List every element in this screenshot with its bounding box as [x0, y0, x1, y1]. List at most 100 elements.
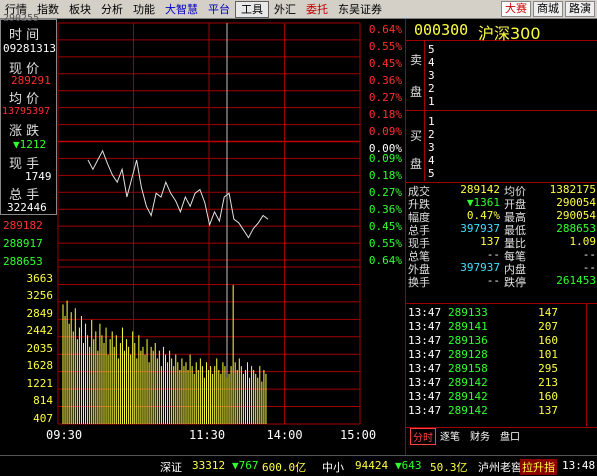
buy-pan-label: 盘	[410, 157, 423, 171]
time-axis-label: 15:00	[340, 428, 377, 442]
chart-area[interactable]: 0.64% 0.55% 0.45% 0.36% 0.27% 0.18% 0.09% 0.00%…	[0, 19, 405, 442]
quote-value-right: 1.09	[569, 235, 597, 248]
tick-volume: 207	[538, 320, 558, 333]
menu-item-6[interactable]: 平台	[203, 0, 235, 19]
status-bar: 深证 33312 ▼767 600.0亿 中小 94424 ▼643 50.3亿…	[0, 455, 597, 476]
buy-level[interactable]: 2	[428, 128, 435, 141]
sell-level[interactable]: 1	[428, 95, 435, 108]
pct-up-label: 0.55%	[368, 39, 402, 53]
status-index-name: 深证	[160, 461, 182, 474]
quote-value-right: 1382175	[549, 183, 596, 196]
sell-level[interactable]: 3	[428, 69, 435, 82]
menu-item-8[interactable]: 外汇	[269, 0, 301, 19]
quote-label-right: 跌停	[504, 276, 526, 289]
tick-price: 289141	[448, 320, 488, 333]
tick-price: 289128	[448, 348, 488, 361]
quote-panel: 000300 沪深300 卖盘买盘5432112345 成交 289142 均价 13…	[405, 19, 597, 455]
status-mid-amount: 50.3亿	[430, 461, 468, 474]
pct-down-label: 0.64%	[368, 254, 402, 267]
tick-time: 13:47	[408, 376, 442, 389]
menu-right-button-1[interactable]: 商城	[533, 1, 563, 17]
price-axis-label: 288917	[3, 237, 43, 250]
tick-scrollbar[interactable]	[586, 304, 596, 426]
quote-value-right: 288653	[556, 222, 596, 235]
tab-strip: 分时 逐笔 财务 盘口	[406, 427, 597, 445]
price-axis-label: 288653	[3, 255, 43, 268]
volume-axis-label: 814	[33, 394, 53, 408]
chart-svg	[57, 22, 361, 425]
menu-right-buttons: 大赛 商城 路演	[501, 1, 595, 17]
tab-2[interactable]: 财务	[470, 428, 490, 443]
pct-down-label: 0.27%	[368, 186, 402, 200]
tab-0[interactable]: 分时	[410, 428, 436, 445]
tick-time: 13:47	[408, 404, 442, 417]
buy-level[interactable]: 4	[428, 154, 435, 167]
tick-time: 13:47	[408, 334, 442, 347]
status-pull-link[interactable]: 拉升指	[520, 459, 557, 475]
pct-up-label: 0.18%	[368, 107, 402, 121]
time-axis-label: 11:30	[189, 428, 226, 442]
status-index-value: 33312	[192, 459, 226, 472]
tick-price: 289158	[448, 362, 488, 375]
tick-time: 13:47	[408, 390, 442, 403]
volume-axis-label: 3663	[26, 272, 54, 285]
status-mid-change: ▼643	[395, 459, 422, 472]
pct-up-label: 0.64%	[368, 23, 402, 36]
sell-level[interactable]: 4	[428, 56, 435, 69]
buy-label: 买	[410, 129, 423, 143]
pct-down-label: 0.36%	[368, 203, 402, 217]
tick-time: 13:47	[408, 320, 442, 333]
tick-price: 289133	[448, 306, 488, 319]
tick-time: 13:47	[408, 306, 442, 319]
status-clock: 13:48	[562, 459, 596, 472]
time-axis-label: 09:30	[46, 428, 83, 442]
volume-axis-label: 2035	[26, 341, 54, 355]
buy-level[interactable]: 5	[428, 167, 435, 180]
quote-stats: 成交 289142 均价 1382175 升跌 ▼1361 开盘 290054 幅度 0.47% 最…	[406, 182, 597, 322]
buy-level[interactable]: 1	[428, 115, 435, 128]
quote-value-left: 397937	[460, 222, 500, 235]
sell-pan-label: 盘	[410, 85, 423, 99]
tick-list[interactable]: 13:47 289133 147 13:47 289141 207 13:47 289136 1…	[406, 303, 597, 428]
menu-item-4[interactable]: 功能	[128, 0, 160, 19]
menu-item-5[interactable]: 大智慧	[160, 0, 203, 19]
quote-value-left: 397937	[460, 261, 500, 274]
menu-item-7[interactable]: 工具	[235, 0, 269, 18]
order-book: 卖盘买盘5432112345	[406, 41, 597, 181]
tab-3[interactable]: 盘口	[500, 428, 520, 443]
pct-up-label: 0.09%	[368, 124, 402, 138]
tick-volume: 295	[538, 362, 558, 375]
sell-level[interactable]: 2	[428, 82, 435, 95]
menu-right-button-0[interactable]: 大赛	[501, 1, 531, 17]
tick-time: 13:47	[408, 362, 442, 375]
menu-item-10[interactable]: 东吴证券	[333, 0, 387, 19]
status-stock-name[interactable]: 泸州老窖	[478, 459, 522, 475]
tick-price: 289142	[448, 376, 488, 389]
volume-axis-label: 407	[33, 411, 53, 425]
tick-volume: 137	[538, 404, 558, 417]
sell-level[interactable]: 5	[428, 43, 435, 56]
quote-value-right: 290054	[556, 209, 596, 222]
menu-item-9[interactable]: 委托	[301, 0, 333, 19]
quote-value-left-blank: --	[486, 248, 500, 261]
pct-up-label: 0.45%	[368, 56, 402, 70]
stock-code: 000300	[414, 21, 469, 39]
tab-1[interactable]: 逐笔	[440, 428, 460, 443]
tick-volume: 147	[538, 306, 558, 319]
price-axis-label: 289182	[3, 219, 43, 232]
volume-axis-label: 2442	[26, 324, 54, 338]
volume-axis-label: 3256	[26, 289, 54, 303]
quote-value-left: ▼1361	[466, 196, 500, 209]
price-line	[87, 149, 269, 239]
tick-time: 13:47	[408, 348, 442, 361]
quote-value-right-blank: --	[582, 248, 596, 261]
menu-item-3[interactable]: 分析	[96, 0, 128, 19]
buy-level[interactable]: 3	[428, 141, 435, 154]
volume-axis-label: 1221	[26, 376, 54, 390]
menu-item-2[interactable]: 板块	[64, 0, 96, 19]
quote-value-left: 137	[480, 235, 500, 248]
tick-volume: 213	[538, 376, 558, 389]
menu-right-button-2[interactable]: 路演	[565, 1, 595, 17]
quote-value-right: 290054	[556, 196, 596, 209]
orderbook-divider	[406, 110, 597, 111]
